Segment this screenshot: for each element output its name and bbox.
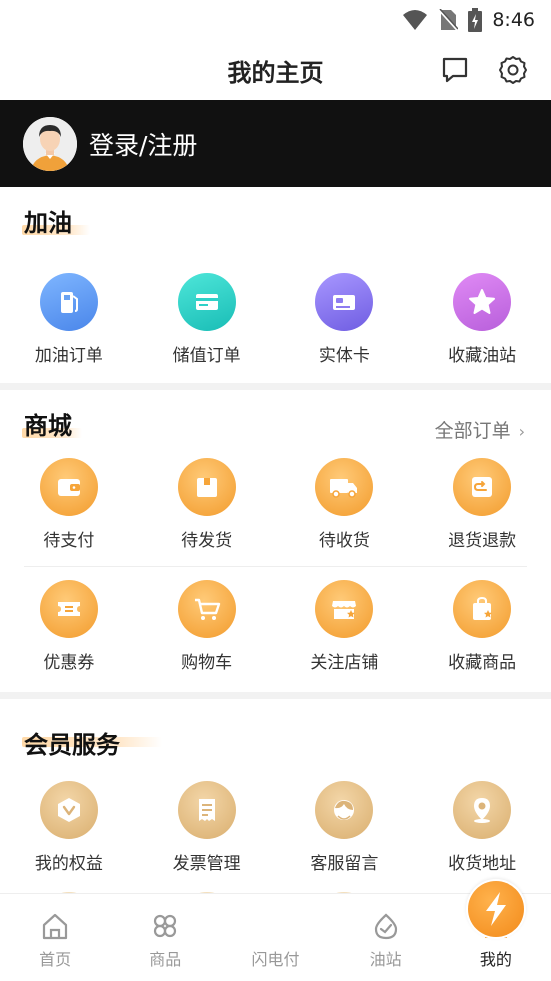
return-refund-button[interactable]: 退货退款	[413, 458, 551, 551]
physical-card-button[interactable]: 实体卡	[276, 273, 414, 366]
star-icon	[453, 273, 512, 331]
wifi-icon	[403, 10, 428, 30]
member-section-header: 会员服务	[0, 699, 551, 759]
member-section-title: 会员服务	[24, 731, 120, 759]
physical-card-label: 实体卡	[318, 346, 370, 366]
pending-shipment-button[interactable]: 待发货	[138, 458, 276, 551]
pending-receipt-label: 待收货	[318, 531, 370, 551]
tab-flash-pay[interactable]: 闪电付	[220, 879, 527, 981]
favorite-stations-button[interactable]: 收藏油站	[413, 273, 551, 366]
return-icon	[453, 458, 512, 516]
followed-stores-button[interactable]: 关注店铺	[276, 580, 414, 673]
mall-section-header: 商城 全部订单 ›	[0, 390, 551, 444]
row-divider	[24, 566, 527, 567]
tab-flash-pay-label: 闪电付	[251, 950, 300, 969]
fuel-grid: 加油订单 储值订单 实体卡 收藏油站	[0, 273, 551, 366]
fuel-pump-icon	[39, 273, 98, 331]
all-orders-link[interactable]: 全部订单 ›	[435, 416, 525, 443]
card-icon	[177, 273, 236, 331]
flash-pay-button[interactable]	[466, 879, 527, 939]
tab-home-label: 首页	[39, 950, 72, 969]
favorite-stations-label: 收藏油站	[448, 346, 517, 366]
pending-receipt-button[interactable]: 待收货	[276, 458, 414, 551]
tab-mine-label: 我的	[479, 950, 512, 969]
mall-order-grid: 待支付 待发货 待收货 退货退款	[0, 458, 551, 551]
member-section: 会员服务 我的权益 发票管理 客服留言 收货地址	[0, 699, 551, 909]
tab-station[interactable]: 油站	[331, 894, 441, 981]
member-grid: 我的权益 发票管理 客服留言 收货地址	[0, 781, 551, 874]
page-header: 我的主页	[0, 40, 551, 100]
benefit-icon	[39, 781, 98, 839]
bottom-navigation: 首页 商品 闪电付 油站 我的	[0, 879, 551, 981]
page-title: 我的主页	[227, 58, 324, 87]
message-icon[interactable]	[439, 54, 471, 86]
mall-section-title: 商城	[24, 412, 72, 440]
coupon-icon	[39, 580, 98, 638]
physical-card-icon	[315, 273, 374, 331]
fuel-orders-label: 加油订单	[34, 346, 103, 366]
clock: 8:46	[492, 9, 535, 31]
customer-service-label: 客服留言	[310, 854, 379, 874]
chevron-right-icon: ›	[518, 422, 525, 441]
battery-icon	[468, 8, 483, 32]
customer-service-button[interactable]: 客服留言	[276, 781, 414, 874]
my-benefits-label: 我的权益	[34, 854, 103, 874]
gear-icon[interactable]	[497, 54, 529, 86]
all-orders-label: 全部订单	[434, 420, 511, 442]
shipping-address-label: 收货地址	[448, 854, 517, 874]
fuel-section-header: 加油	[0, 187, 551, 241]
store-icon	[315, 580, 374, 638]
fuel-section-title: 加油	[24, 209, 72, 237]
lightning-icon	[468, 881, 525, 937]
bag-star-icon	[453, 580, 512, 638]
coupons-label: 优惠券	[43, 653, 95, 673]
clover-icon	[154, 914, 177, 938]
favorite-goods-button[interactable]: 收藏商品	[413, 580, 551, 673]
no-sim-icon	[438, 9, 459, 31]
service-icon	[315, 781, 374, 839]
wallet-icon	[39, 458, 98, 516]
box-icon	[177, 458, 236, 516]
shipping-address-button[interactable]: 收货地址	[413, 781, 551, 874]
login-register-link[interactable]: 登录/注册	[89, 126, 197, 162]
home-icon	[42, 913, 68, 940]
avatar[interactable]	[23, 116, 77, 171]
mall-section: 商城 全部订单 › 待支付 待发货 待收货 退货退款 优惠券 购物车 关注店铺 …	[0, 390, 551, 692]
stored-value-orders-button[interactable]: 储值订单	[138, 273, 276, 366]
invoice-management-label: 发票管理	[172, 854, 241, 874]
coupons-button[interactable]: 优惠券	[0, 580, 138, 673]
tab-station-label: 油站	[369, 950, 402, 969]
shopping-cart-button[interactable]: 购物车	[138, 580, 276, 673]
invoice-management-button[interactable]: 发票管理	[138, 781, 276, 874]
section-separator	[0, 692, 551, 699]
pending-payment-button[interactable]: 待支付	[0, 458, 138, 551]
status-bar: 8:46	[0, 0, 551, 40]
location-icon	[453, 781, 512, 839]
fuel-section: 加油 加油订单 储值订单 实体卡 收藏油站	[0, 187, 551, 383]
tab-goods[interactable]: 商品	[110, 894, 220, 981]
favorite-goods-label: 收藏商品	[448, 653, 517, 673]
login-bar[interactable]: 登录/注册	[0, 100, 551, 187]
cart-icon	[177, 580, 236, 638]
pending-payment-label: 待支付	[43, 531, 95, 551]
tab-home[interactable]: 首页	[0, 894, 110, 981]
truck-icon	[315, 458, 374, 516]
my-benefits-button[interactable]: 我的权益	[0, 781, 138, 874]
tab-goods-label: 商品	[149, 950, 182, 969]
shopping-cart-label: 购物车	[181, 653, 233, 673]
stored-value-orders-label: 储值订单	[172, 346, 241, 366]
followed-stores-label: 关注店铺	[310, 653, 379, 673]
return-refund-label: 退货退款	[448, 531, 517, 551]
pending-shipment-label: 待发货	[181, 531, 233, 551]
mall-tools-grid: 优惠券 购物车 关注店铺 收藏商品	[0, 580, 551, 673]
invoice-icon	[177, 781, 236, 839]
fuel-orders-button[interactable]: 加油订单	[0, 273, 138, 366]
section-separator	[0, 383, 551, 390]
drop-check-icon	[374, 913, 397, 940]
